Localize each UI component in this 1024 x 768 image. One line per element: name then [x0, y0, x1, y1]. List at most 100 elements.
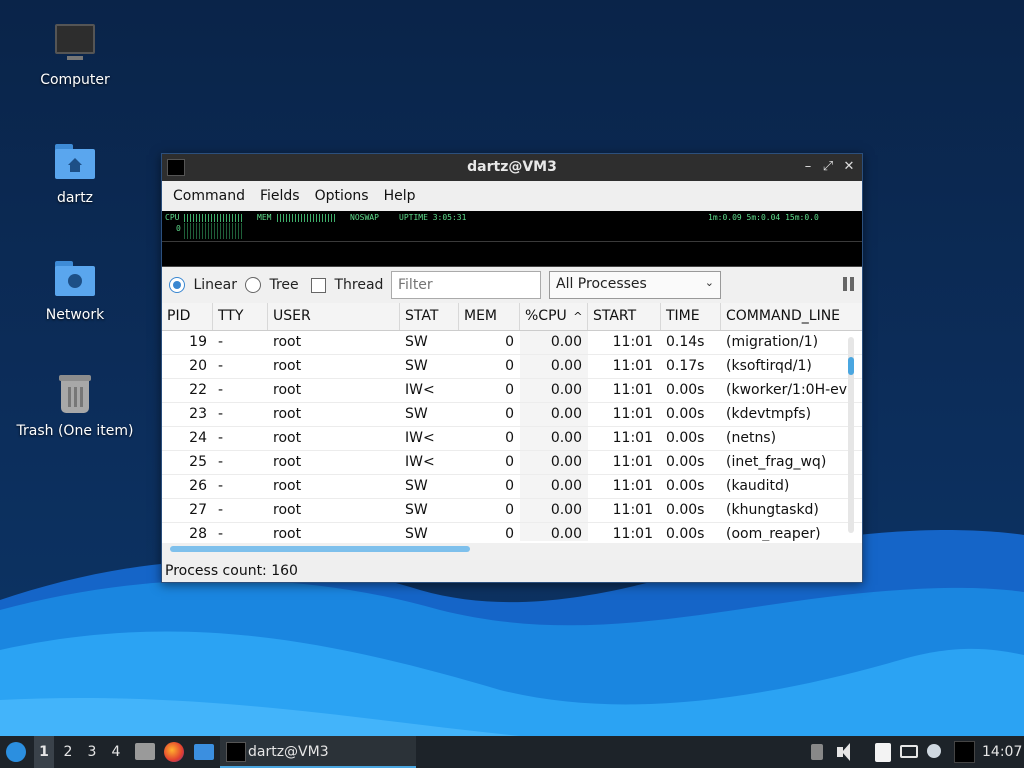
table-row[interactable]: 27- root SW 0 0.00 11:01 0.00s (khungtaskd) [162, 499, 862, 523]
cell-user: root [273, 430, 302, 446]
workspace-3[interactable]: 3 [82, 736, 102, 768]
table-row[interactable]: 19- root SW 0 0.00 11:01 0.14s (migration/1) [162, 331, 862, 355]
workspace-1[interactable]: 1 [34, 736, 54, 768]
cell-pid: 19 [189, 334, 207, 350]
table-row[interactable]: 24- root IW< 0 0.00 11:01 0.00s (netns) [162, 427, 862, 451]
workspace-4[interactable]: 4 [106, 736, 126, 768]
network-icon [900, 745, 918, 758]
cell-cpu: 0.00 [520, 499, 588, 522]
cell-time: 0.00s [666, 526, 705, 541]
graph-divider [162, 241, 862, 242]
menu-fields[interactable]: Fields [255, 188, 310, 204]
cell-user: root [273, 382, 302, 398]
menu-options[interactable]: Options [310, 188, 379, 204]
table-row[interactable]: 26- root SW 0 0.00 11:01 0.00s (kauditd) [162, 475, 862, 499]
window-titlebar[interactable]: dartz@VM3 – ⤢ ✕ [162, 154, 862, 181]
tree-radio[interactable]: Tree [245, 277, 299, 293]
cell-time: 0.00s [666, 454, 705, 470]
table-row[interactable]: 20- root SW 0 0.00 11:01 0.17s (ksoftirqd/1) [162, 355, 862, 379]
column-header-command-line[interactable]: COMMAND_LINE [721, 303, 862, 330]
process-scope-value: All Processes [556, 276, 647, 292]
cell-mem: 0 [505, 406, 514, 422]
mem-bar [277, 214, 337, 222]
desktop-launcher[interactable] [192, 736, 216, 768]
column-header-stat[interactable]: STAT [400, 303, 459, 330]
clipboard-icon [875, 743, 891, 762]
table-row[interactable]: 22- root IW< 0 0.00 11:01 0.00s (kworker/1:0H-e… [162, 379, 862, 403]
cell-command-line: (kdevtmpfs) [726, 406, 812, 422]
maximize-button[interactable]: ⤢ [819, 158, 837, 176]
cell-command-line: (inet_frag_wq) [726, 454, 827, 470]
chevron-down-icon: ⌄ [704, 276, 714, 289]
thread-label: Thread [334, 277, 384, 293]
resource-graph: CPU 0 MEM NOSWAP UPTIME 3:05:31 1m:0.09 … [162, 211, 862, 267]
cell-command-line: (kauditd) [726, 478, 790, 494]
column-header-start[interactable]: START [588, 303, 661, 330]
desktop-icon-label: Network [45, 307, 105, 323]
minimize-button[interactable]: – [799, 158, 817, 176]
home-folder-icon [53, 140, 97, 184]
cell-start: 11:01 [612, 478, 653, 494]
terminal-tray[interactable] [952, 736, 976, 768]
column-header-cpu[interactable]: %CPU ^ [520, 303, 588, 330]
desktop-icon-home[interactable]: dartz [10, 140, 140, 206]
update-notification-icon [927, 744, 941, 758]
pause-icon[interactable] [843, 277, 855, 291]
cell-mem: 0 [505, 478, 514, 494]
column-header-pid[interactable]: PID [162, 303, 213, 330]
cell-pid: 28 [189, 526, 207, 541]
cell-time: 0.00s [666, 430, 705, 446]
horizontal-scrollbar[interactable] [170, 546, 470, 552]
column-header-user[interactable]: USER [268, 303, 400, 330]
desktop-icon-network[interactable]: Network [10, 257, 140, 323]
menu-command[interactable]: Command [168, 188, 255, 204]
file-manager-launcher[interactable] [134, 736, 156, 768]
workspace-2[interactable]: 2 [58, 736, 78, 768]
window-title: dartz@VM3 [467, 159, 557, 175]
close-button[interactable]: ✕ [840, 158, 858, 176]
cell-stat: IW< [405, 382, 435, 398]
menubar: Command Fields Options Help [162, 181, 862, 211]
cell-tty: - [218, 478, 224, 494]
cell-command-line: (kworker/1:0H-ev [726, 382, 848, 398]
desktop-icon-computer[interactable]: Computer [10, 22, 140, 88]
scrollbar-thumb[interactable] [848, 357, 854, 375]
table-row[interactable]: 28- root SW 0 0.00 11:01 0.00s (oom_reaper) [162, 523, 862, 541]
clipboard-tray[interactable] [872, 736, 894, 768]
linear-radio[interactable]: Linear [169, 277, 237, 293]
process-scope-select[interactable]: All Processes ⌄ [549, 271, 721, 299]
cell-cpu: 0.00 [520, 379, 588, 402]
desktop-icon-label: dartz [56, 190, 94, 206]
cell-mem: 0 [505, 454, 514, 470]
trash-icon [53, 373, 97, 417]
table-row[interactable]: 25- root IW< 0 0.00 11:01 0.00s (inet_frag_wq) [162, 451, 862, 475]
thread-checkbox[interactable]: Thread [311, 277, 383, 293]
cell-pid: 24 [189, 430, 207, 446]
task-button[interactable]: dartz@VM3 [220, 736, 416, 768]
terminal-icon [954, 741, 975, 763]
cell-start: 11:01 [612, 454, 653, 470]
cell-mem: 0 [505, 334, 514, 350]
column-header-mem[interactable]: MEM [459, 303, 520, 330]
cell-pid: 20 [189, 358, 207, 374]
removable-media-tray[interactable] [808, 736, 826, 768]
desktop-icon-trash[interactable]: Trash (One item) [10, 373, 140, 439]
filter-input[interactable] [391, 271, 541, 299]
network-tray[interactable] [898, 736, 920, 768]
clock[interactable]: 14:07 [982, 736, 1022, 768]
vertical-scrollbar[interactable] [848, 337, 854, 533]
desktop-icon-label: Trash (One item) [16, 423, 134, 439]
browser-launcher[interactable] [162, 736, 186, 768]
column-header-tty[interactable]: TTY [213, 303, 268, 330]
volume-tray[interactable] [834, 736, 856, 768]
cell-cpu: 0.00 [520, 451, 588, 474]
menu-help[interactable]: Help [379, 188, 426, 204]
updates-tray[interactable] [924, 736, 946, 768]
cell-user: root [273, 478, 302, 494]
column-header-time[interactable]: TIME [661, 303, 721, 330]
app-menu-button[interactable] [4, 736, 28, 768]
cpu-bar [184, 214, 244, 222]
table-row[interactable]: 23- root SW 0 0.00 11:01 0.00s (kdevtmpfs) [162, 403, 862, 427]
checkbox-indicator [311, 277, 326, 293]
cell-stat: SW [405, 478, 428, 494]
